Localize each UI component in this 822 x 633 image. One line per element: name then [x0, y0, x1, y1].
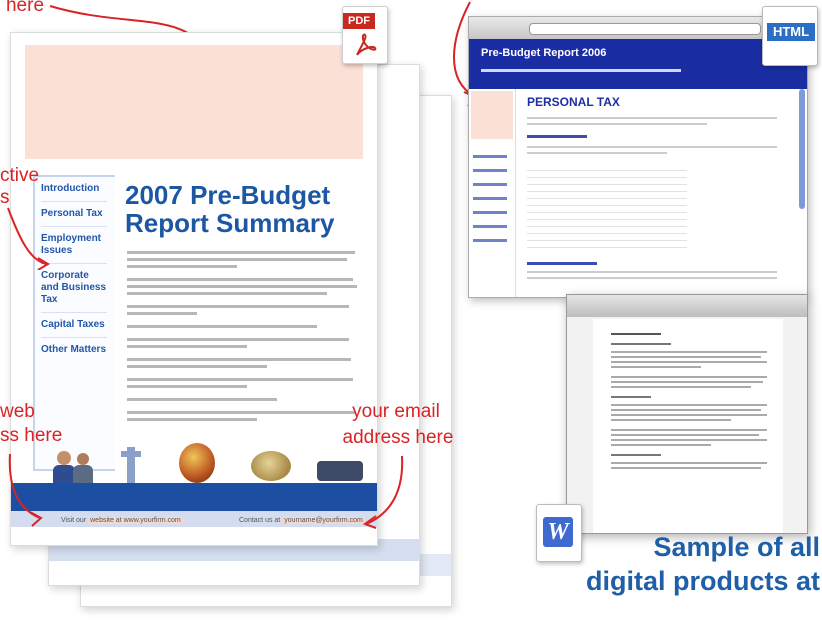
- arrow-to-website-icon: [8, 453, 43, 527]
- nav-item-capital-taxes[interactable]: Capital Taxes: [41, 313, 107, 338]
- nav-item-other-matters[interactable]: Other Matters: [41, 338, 107, 362]
- browser-data-table: [527, 164, 687, 254]
- browser-nav-link[interactable]: [473, 211, 507, 214]
- browser-nav-link[interactable]: [473, 239, 507, 242]
- pdf-file-icon: PDF: [342, 6, 388, 64]
- word-body-text: [611, 333, 767, 472]
- browser-nav-link[interactable]: [473, 225, 507, 228]
- footer-email: Contact us at yourname@yourfirm.com: [239, 517, 365, 524]
- browser-toolbar: [469, 17, 807, 39]
- word-window: [566, 294, 808, 534]
- nav-item-corporate-business-tax[interactable]: Corporate and Business Tax: [41, 264, 107, 313]
- browser-body-text: [527, 117, 787, 283]
- address-bar[interactable]: [529, 23, 761, 35]
- word-toolbar: [567, 295, 807, 317]
- pdf-icon-label: PDF: [343, 13, 375, 29]
- browser-sidebar: [469, 89, 516, 297]
- annotation-email-line2: address here: [342, 427, 454, 448]
- balloon-illustration: [179, 443, 215, 483]
- browser-nav-link[interactable]: [473, 155, 507, 158]
- html-file-icon: HTML: [762, 6, 818, 66]
- website-link[interactable]: website at www.yourfirm.com: [88, 517, 183, 524]
- caption-text: Sample of all digital products at: [520, 530, 820, 598]
- annotation-interactive-line1: ctive: [0, 165, 40, 186]
- footer-website-prefix: Visit our: [61, 517, 87, 524]
- annotation-email-line1: your email: [352, 401, 440, 422]
- arrow-to-email-icon: [362, 455, 404, 529]
- acrobat-icon: [356, 33, 377, 56]
- browser-page-title: Pre-Budget Report 2006: [481, 47, 607, 59]
- nav-item-introduction[interactable]: Introduction: [41, 177, 107, 202]
- browser-page-header: Pre-Budget Report 2006: [469, 39, 807, 89]
- footer-band: [11, 483, 377, 511]
- html-icon-label: HTML: [767, 23, 815, 41]
- browser-placeholder-box: [471, 91, 513, 139]
- footer-website: Visit our website at www.yourfirm.com: [61, 517, 183, 524]
- browser-section-title: PERSONAL TAX: [527, 95, 620, 109]
- coin-illustration: [251, 451, 291, 481]
- chess-piece-illustration: [121, 447, 141, 487]
- document-title: 2007 Pre-Budget Report Summary: [125, 180, 335, 238]
- word-document-page: [593, 319, 783, 533]
- header-placeholder: [25, 45, 363, 159]
- pdf-page-front: Introduction Personal Tax Employment Iss…: [10, 32, 378, 546]
- browser-nav-link[interactable]: [473, 169, 507, 172]
- annotation-web-line2: ss here: [0, 425, 63, 446]
- arrow-to-nav-icon: [7, 207, 50, 270]
- footer-email-prefix: Contact us at: [239, 517, 281, 524]
- body-text: [127, 251, 359, 421]
- annotation-web-line1: web: [0, 401, 35, 422]
- browser-scrollbar[interactable]: [799, 89, 805, 209]
- browser-window: Pre-Budget Report 2006 PERSONAL TAX: [468, 16, 808, 298]
- browser-nav-link[interactable]: [473, 183, 507, 186]
- browser-subtitle-line: [481, 69, 681, 72]
- browser-nav-link[interactable]: [473, 197, 507, 200]
- caption-line1: Sample of all: [653, 532, 820, 562]
- caption-line2: digital products at: [585, 566, 820, 596]
